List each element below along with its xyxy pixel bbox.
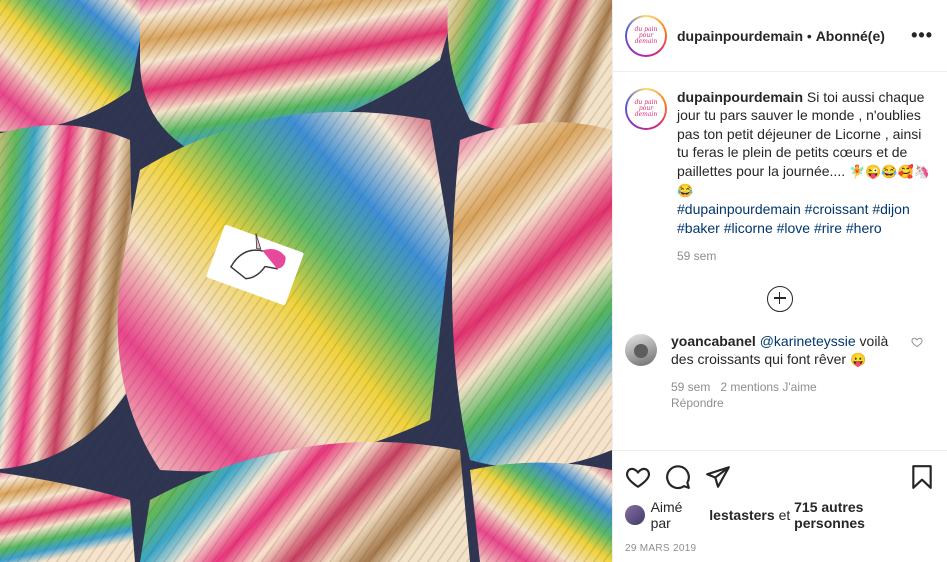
bookmark-icon[interactable]: [909, 464, 935, 490]
author-username[interactable]: dupainpourdemain: [677, 28, 803, 44]
hashtag-link[interactable]: #rire: [814, 220, 842, 236]
comment-age[interactable]: 59 sem: [671, 380, 710, 394]
author-line: dupainpourdemain • Abonné(e): [677, 28, 911, 44]
plus-circle-icon[interactable]: [767, 285, 793, 312]
caption-body: dupainpourdemain Si toi aussi chaque jou…: [677, 88, 933, 266]
hashtag-link[interactable]: #licorne: [724, 220, 773, 236]
commenter-avatar[interactable]: [625, 333, 657, 366]
post-side-panel: du pain pour demain dupainpourdemain • A…: [612, 0, 947, 562]
comment-icon[interactable]: [665, 464, 691, 490]
caption-hashtags: #dupainpourdemain #croissant #dijon #bak…: [677, 200, 933, 237]
heart-icon[interactable]: [625, 464, 651, 490]
post-photo[interactable]: [0, 0, 612, 562]
comment-mention[interactable]: @karineteyssie: [760, 333, 856, 349]
comment-meta: 59 sem 2 mentions J'aime Répondre: [671, 379, 901, 411]
comment-item: yoancabanel @karineteyssie voilà des cro…: [613, 312, 947, 412]
follow-status[interactable]: Abonné(e): [816, 28, 885, 44]
post-caption: du pain pour demain dupainpourdemain Si …: [613, 72, 947, 266]
author-avatar[interactable]: du pain pour demain: [625, 14, 667, 57]
header-separator: •: [803, 27, 816, 44]
likes-middle: et: [778, 507, 791, 523]
hashtag-link[interactable]: #baker: [677, 220, 720, 236]
likes-others[interactable]: 715 autres personnes: [794, 499, 935, 531]
hashtag-link[interactable]: #love: [777, 220, 810, 236]
comment-body: yoancabanel @karineteyssie voilà des cro…: [671, 332, 901, 412]
more-options-icon[interactable]: •••: [911, 25, 933, 46]
author-avatar-logo: du pain pour demain: [627, 16, 665, 55]
comment-heart-icon[interactable]: [911, 336, 923, 348]
caption-avatar[interactable]: du pain pour demain: [625, 88, 667, 130]
hashtag-link[interactable]: #dupainpourdemain: [677, 201, 801, 217]
hashtag-link[interactable]: #croissant: [805, 201, 869, 217]
caption-age[interactable]: 59 sem: [677, 247, 933, 265]
liker-avatar[interactable]: [625, 505, 645, 525]
comment-emoji: 😛: [849, 352, 867, 368]
reply-button[interactable]: Répondre: [671, 395, 901, 411]
caption-avatar-logo: du pain pour demain: [627, 90, 665, 128]
hashtag-link[interactable]: #dijon: [872, 201, 909, 217]
comment-likes[interactable]: 2 mentions J'aime: [720, 380, 816, 394]
post-header: du pain pour demain dupainpourdemain • A…: [613, 0, 947, 72]
liker-username[interactable]: lestasters: [709, 507, 774, 523]
action-bar: [625, 451, 935, 503]
likes-summary: Aimé par lestasters et 715 autres person…: [625, 499, 935, 531]
commenter-username[interactable]: yoancabanel: [671, 333, 756, 349]
hashtag-link[interactable]: #hero: [846, 220, 882, 236]
paper-plane-icon[interactable]: [705, 464, 731, 490]
post-actions-section: Aimé par lestasters et 715 autres person…: [613, 450, 947, 554]
load-more-comments: [613, 285, 947, 312]
post-date[interactable]: 29 MARS 2019: [625, 543, 935, 554]
caption-username[interactable]: dupainpourdemain: [677, 89, 803, 105]
rainbow-croissants-image: [0, 0, 612, 562]
likes-prefix: Aimé par: [650, 499, 683, 531]
